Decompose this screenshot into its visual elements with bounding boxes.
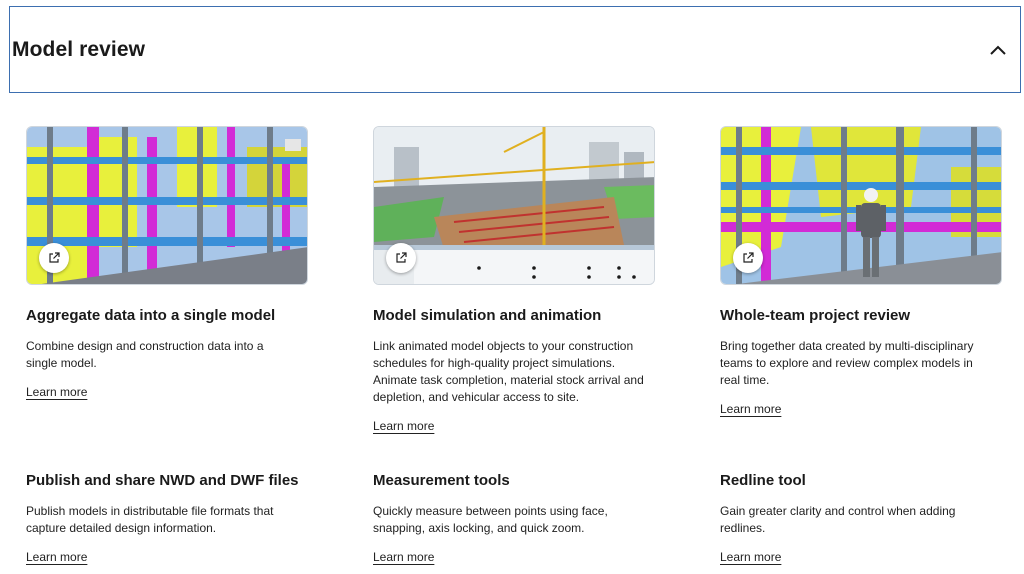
feature-card: Aggregate data into a single model Combi…: [26, 126, 308, 401]
feature-card: Measurement tools Quickly measure betwee…: [373, 472, 655, 566]
card-description: Combine design and construction data int…: [26, 339, 264, 370]
external-link-icon[interactable]: [39, 243, 69, 273]
card-thumbnail[interactable]: [26, 126, 308, 285]
learn-more-link[interactable]: Learn more: [373, 550, 434, 564]
card-thumbnail[interactable]: [373, 126, 655, 285]
card-title: Measurement tools: [373, 472, 510, 489]
card-title: Redline tool: [720, 472, 806, 489]
feature-card: Whole-team project review Bring together…: [720, 126, 1002, 418]
simulation-image: [374, 127, 654, 284]
card-title: Publish and share NWD and DWF files: [26, 472, 299, 489]
external-link-icon[interactable]: [386, 243, 416, 273]
card-thumbnail[interactable]: [720, 126, 1002, 285]
model-image: [27, 127, 307, 284]
learn-more-link[interactable]: Learn more: [720, 402, 781, 416]
learn-more-link[interactable]: Learn more: [26, 550, 87, 564]
learn-more-link[interactable]: Learn more: [373, 419, 434, 433]
learn-more-link[interactable]: Learn more: [720, 550, 781, 564]
card-description: Gain greater clarity and control when ad…: [720, 504, 956, 535]
chevron-up-icon[interactable]: [988, 40, 1008, 60]
card-title: Whole-team project review: [720, 307, 911, 324]
card-title: Model simulation and animation: [373, 307, 602, 324]
card-description: Publish models in distributable file for…: [26, 504, 274, 535]
accordion-header-model-review[interactable]: Model review: [9, 6, 1021, 93]
feature-card: Redline tool Gain greater clarity and co…: [720, 472, 1002, 566]
team-review-image: [721, 127, 1001, 284]
external-link-icon[interactable]: [733, 243, 763, 273]
card-description: Quickly measure between points using fac…: [373, 504, 608, 535]
feature-card: Model simulation and animation Link anim…: [373, 126, 655, 435]
card-description: Bring together data created by multi-dis…: [720, 339, 974, 387]
learn-more-link[interactable]: Learn more: [26, 385, 87, 399]
card-description: Link animated model objects to your cons…: [373, 339, 644, 404]
card-title: Aggregate data into a single model: [26, 307, 276, 324]
feature-card: Publish and share NWD and DWF files Publ…: [26, 472, 308, 566]
section-title: Model review: [12, 37, 146, 61]
